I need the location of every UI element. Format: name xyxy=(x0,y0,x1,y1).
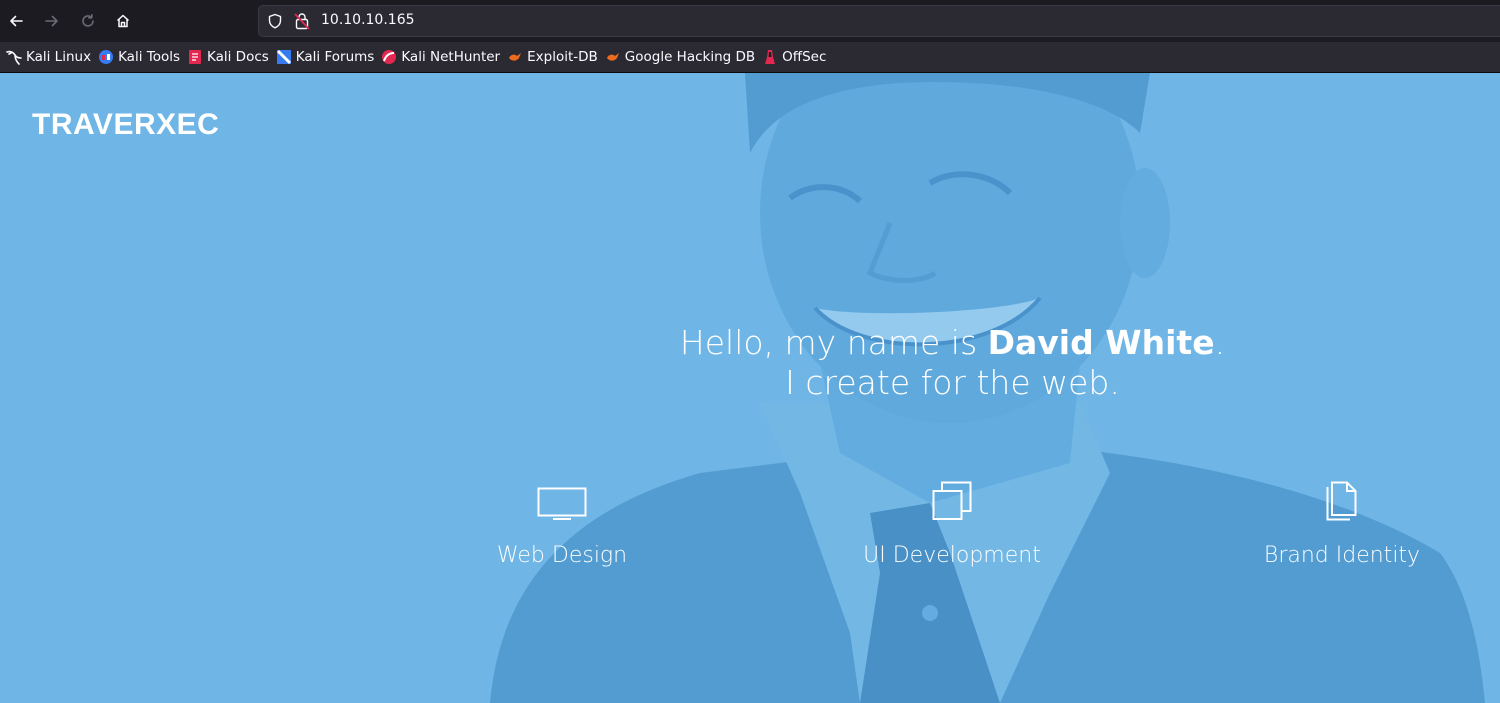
home-button[interactable] xyxy=(110,8,136,34)
service-web-design: Web Design xyxy=(412,477,712,568)
hero-heading: Hello, my name is David White. I create … xyxy=(600,323,1305,403)
kali-docs-icon xyxy=(189,50,201,64)
documents-icon xyxy=(1326,481,1357,521)
kali-forums-icon xyxy=(276,49,291,65)
reload-icon xyxy=(82,14,94,27)
shield-icon[interactable] xyxy=(267,13,283,29)
service-brand-identity: Brand Identity xyxy=(1192,477,1492,568)
bookmarks-toolbar: Kali Linux Kali Tools Kali Docs Kali For… xyxy=(0,42,1500,73)
hero-greeting: Hello, my name is xyxy=(679,323,988,362)
kali-dragon-icon xyxy=(6,50,22,65)
bookmark-label: Kali Tools xyxy=(118,49,180,65)
bookmark-label: Kali Docs xyxy=(207,49,269,65)
bookmark-label: Kali Linux xyxy=(26,49,92,65)
arrow-left-icon xyxy=(10,15,23,27)
bookmark-exploit-db[interactable]: Exploit-DB xyxy=(505,45,603,69)
arrow-right-icon xyxy=(45,15,58,27)
bookmark-kali-tools[interactable]: Kali Tools xyxy=(96,45,185,69)
monitor-icon xyxy=(537,487,587,520)
hero-period: . xyxy=(1214,323,1226,362)
bookmark-google-hacking-db[interactable]: Google Hacking DB xyxy=(603,45,760,69)
hero-name: David White xyxy=(987,323,1215,362)
bookmark-label: Exploit-DB xyxy=(527,49,598,65)
browser-toolbar: 10.10.10.165 xyxy=(0,0,1500,42)
google-hacking-db-icon xyxy=(606,53,619,61)
exploit-db-icon xyxy=(509,53,522,61)
url-text[interactable]: 10.10.10.165 xyxy=(321,12,415,28)
bookmark-label: Kali NetHunter xyxy=(401,49,501,65)
service-ui-development: UI Development xyxy=(802,477,1102,568)
bookmark-label: OffSec xyxy=(782,49,827,65)
reload-button[interactable] xyxy=(75,8,101,34)
offsec-icon xyxy=(765,50,776,64)
web-page: TRAVERXEC Hello, my name is David White.… xyxy=(0,73,1500,703)
bookmark-kali-linux[interactable]: Kali Linux xyxy=(4,45,96,69)
service-label: UI Development xyxy=(863,543,1041,568)
service-label: Web Design xyxy=(496,543,628,568)
service-label: Brand Identity xyxy=(1263,543,1421,568)
back-button[interactable] xyxy=(3,8,29,34)
home-icon xyxy=(116,14,130,28)
bookmark-offsec[interactable]: OffSec xyxy=(760,45,831,69)
hero-line-2: I create for the web. xyxy=(785,363,1120,402)
bookmark-label: Kali Forums xyxy=(295,49,375,65)
url-bar[interactable]: 10.10.10.165 xyxy=(258,5,1500,37)
bookmark-kali-docs[interactable]: Kali Docs xyxy=(185,45,274,69)
bookmark-label: Google Hacking DB xyxy=(624,49,756,65)
kali-tools-icon xyxy=(99,50,114,64)
forward-button[interactable] xyxy=(39,8,65,34)
insecure-lock-icon[interactable] xyxy=(294,12,310,30)
bookmark-kali-nethunter[interactable]: Kali NetHunter xyxy=(379,45,505,69)
bookmark-kali-forums[interactable]: Kali Forums xyxy=(274,45,380,69)
stacked-squares-icon xyxy=(932,481,972,520)
hero-line-1: Hello, my name is David White. xyxy=(600,323,1305,363)
site-logo[interactable]: TRAVERXEC xyxy=(32,108,219,142)
kali-nethunter-icon xyxy=(382,50,397,64)
